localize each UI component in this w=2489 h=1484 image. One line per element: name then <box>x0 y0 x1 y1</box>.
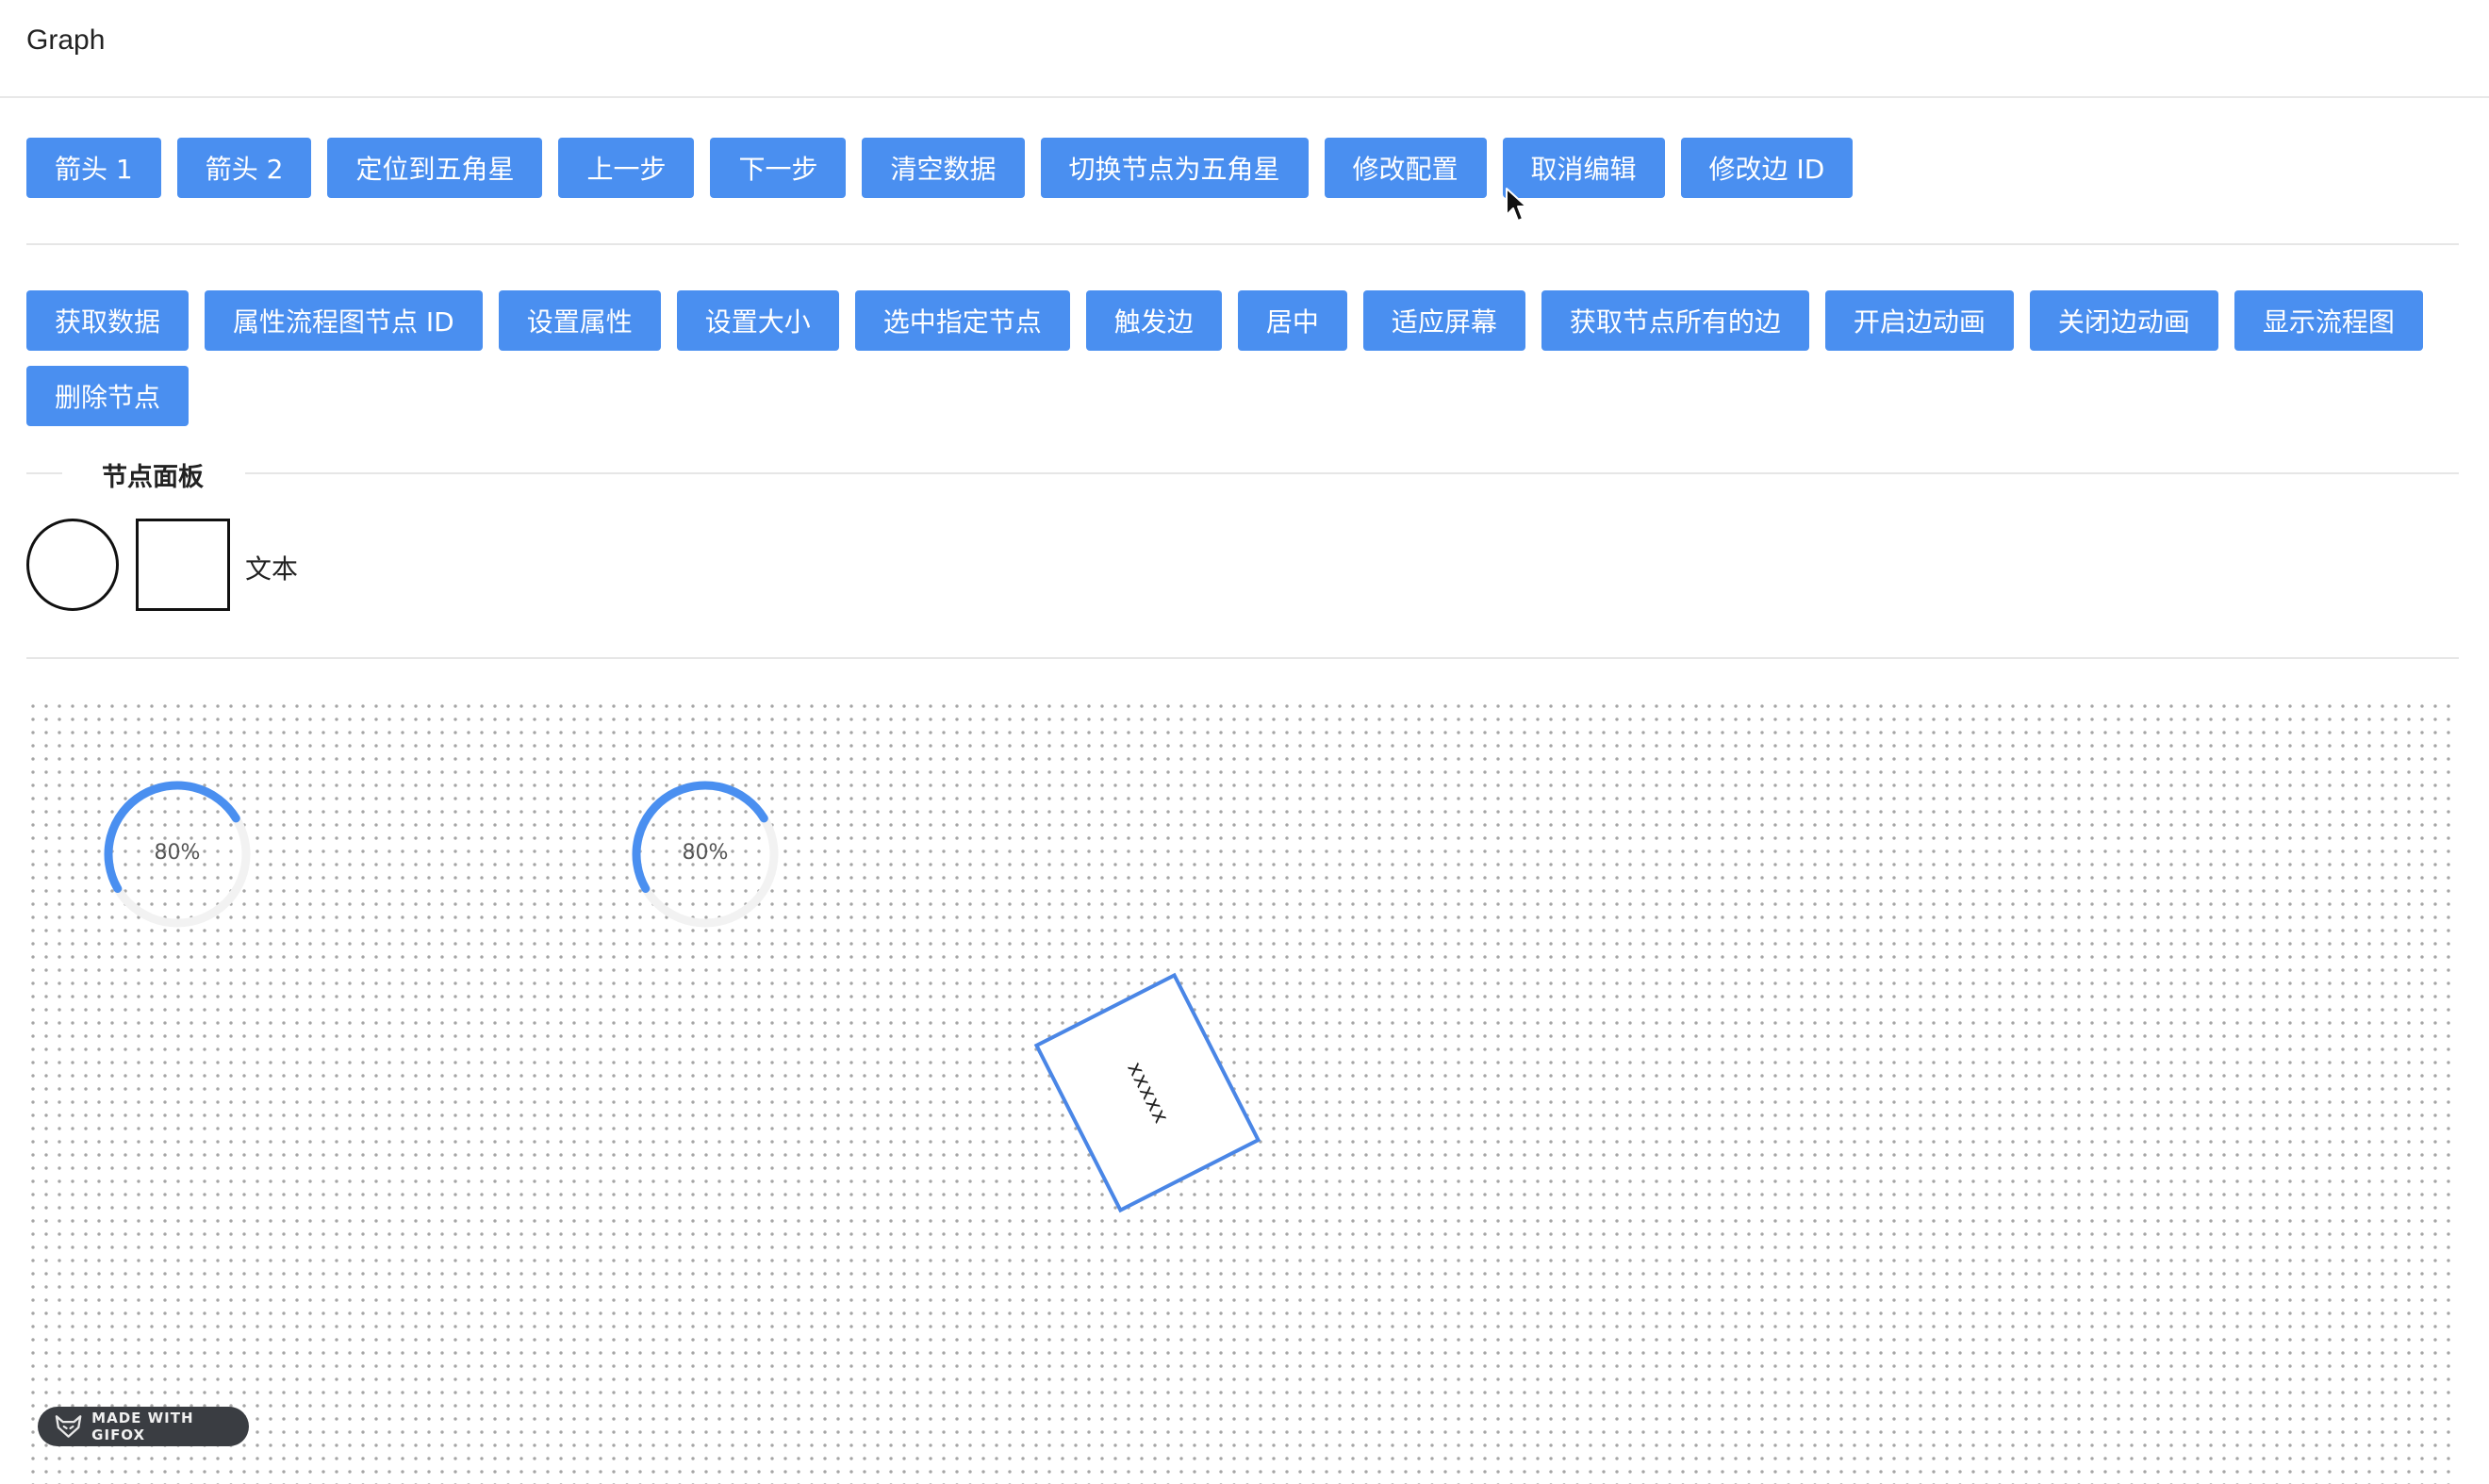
redo-button[interactable]: 下一步 <box>710 138 847 198</box>
node-panel-title: 节点面板 <box>102 463 204 492</box>
toolbar-secondary: 获取数据 属性流程图节点 ID 设置属性 设置大小 选中指定节点 触发边 居中 … <box>26 290 2468 426</box>
gauge-label: 80% <box>682 841 729 865</box>
text-shape-item[interactable]: 文本 <box>245 549 298 586</box>
delete-node-button[interactable]: 删除节点 <box>26 366 190 426</box>
set-size-button[interactable]: 设置大小 <box>676 290 839 351</box>
select-node-button[interactable]: 选中指定节点 <box>854 290 1070 351</box>
progress-gauge-node[interactable]: 80% <box>97 779 257 939</box>
panel-divider-left <box>26 472 62 474</box>
graph-canvas[interactable] <box>26 698 2459 1484</box>
edit-config-button[interactable]: 修改配置 <box>1324 138 1487 198</box>
toolbar-primary: 箭头 1 箭头 2 定位到五角星 上一步 下一步 清空数据 切换节点为五角星 修… <box>26 138 2468 198</box>
node-panel-header: 节点面板 <box>26 454 2459 492</box>
circle-shape-icon[interactable] <box>26 519 119 611</box>
switch-to-star-button[interactable]: 切换节点为五角星 <box>1040 138 1309 198</box>
fox-icon <box>55 1415 82 1438</box>
node-id-button[interactable]: 属性流程图节点 ID <box>205 290 483 351</box>
locate-star-button[interactable]: 定位到五角星 <box>327 138 543 198</box>
panel-divider-right <box>245 472 2459 474</box>
section-divider <box>26 243 2459 245</box>
page-title: Graph <box>26 25 106 56</box>
fit-view-button[interactable]: 适应屏幕 <box>1362 290 1525 351</box>
undo-button[interactable]: 上一步 <box>558 138 695 198</box>
gauge-label: 80% <box>154 841 201 865</box>
mouse-cursor-icon <box>1506 188 1527 222</box>
get-data-button[interactable]: 获取数据 <box>26 290 190 351</box>
stop-edge-animation-button[interactable]: 关闭边动画 <box>2029 290 2218 351</box>
gauge-progress-arc <box>632 781 768 893</box>
edit-edge-id-button[interactable]: 修改边 ID <box>1680 138 1854 198</box>
gauge-progress-arc <box>104 781 240 893</box>
progress-gauge-node[interactable]: 80% <box>625 779 785 939</box>
app-header: Graph <box>0 0 2489 98</box>
arrow-1-button[interactable]: 箭头 1 <box>26 138 161 198</box>
watermark-text: MADE WITH GIFOX <box>91 1410 194 1443</box>
set-properties-button[interactable]: 设置属性 <box>498 290 661 351</box>
trigger-edge-button[interactable]: 触发边 <box>1085 290 1222 351</box>
show-flowchart-button[interactable]: 显示流程图 <box>2234 290 2423 351</box>
arrow-2-button[interactable]: 箭头 2 <box>176 138 312 198</box>
get-node-edges-button[interactable]: 获取节点所有的边 <box>1541 290 1809 351</box>
center-button[interactable]: 居中 <box>1237 290 1347 351</box>
panel-bottom-divider <box>26 657 2459 659</box>
rect-shape-icon[interactable] <box>136 519 230 611</box>
start-edge-animation-button[interactable]: 开启边动画 <box>1824 290 2014 351</box>
rect-node-text: xxxxx <box>1121 1058 1174 1128</box>
clear-data-button[interactable]: 清空数据 <box>862 138 1025 198</box>
gifox-watermark: MADE WITH GIFOX <box>38 1407 249 1446</box>
